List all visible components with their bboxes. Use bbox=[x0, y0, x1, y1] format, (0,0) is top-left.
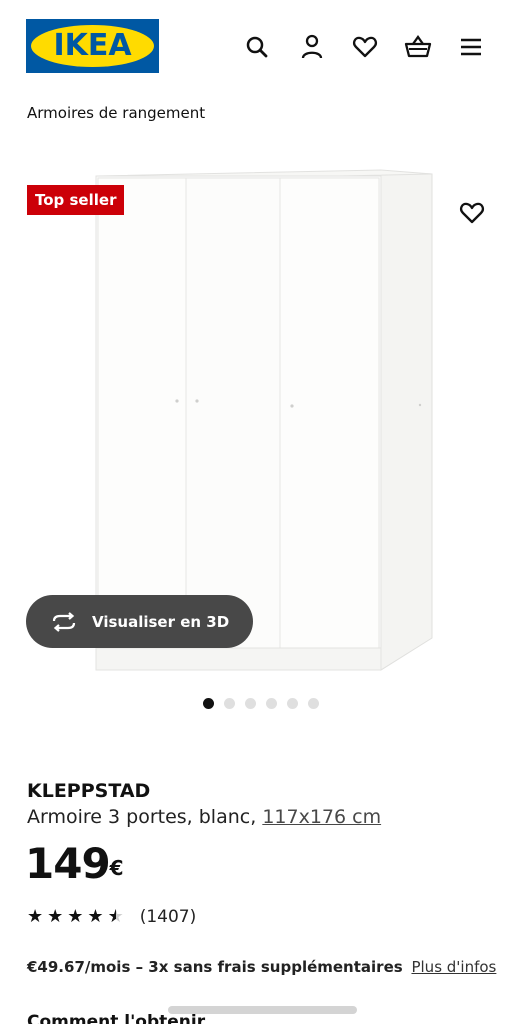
product-description-text: Armoire 3 portes, blanc, bbox=[27, 806, 257, 828]
price-value: 149 bbox=[25, 839, 111, 888]
carousel-dot[interactable] bbox=[266, 698, 277, 709]
image-carousel-dots bbox=[203, 698, 319, 709]
add-to-favourites-button[interactable] bbox=[455, 196, 489, 230]
page-scrollbar[interactable] bbox=[168, 1006, 357, 1014]
carousel-dot[interactable] bbox=[245, 698, 256, 709]
user-icon[interactable] bbox=[295, 30, 329, 64]
view-in-3d-label: Visualiser en 3D bbox=[92, 612, 230, 631]
star-icon: ★ bbox=[27, 906, 44, 927]
product-dimensions-link[interactable]: 117x176 cm bbox=[262, 806, 381, 828]
search-icon[interactable] bbox=[240, 30, 274, 64]
rating-stars: ★ ★ ★ ★ ★ bbox=[27, 907, 124, 927]
financing-info: €49.67/mois – 3x sans frais supplémentai… bbox=[27, 958, 496, 976]
carousel-dot[interactable] bbox=[203, 698, 214, 709]
star-icon: ★ bbox=[47, 906, 64, 927]
menu-icon[interactable] bbox=[454, 30, 488, 64]
product-rating[interactable]: ★ ★ ★ ★ ★ (1407) bbox=[27, 907, 197, 928]
rotate-3d-icon bbox=[52, 611, 76, 632]
product-description: Armoire 3 portes, blanc, 117x176 cm bbox=[27, 806, 381, 828]
breadcrumb[interactable]: Armoires de rangement bbox=[27, 104, 205, 122]
price-currency: € bbox=[109, 856, 124, 880]
carousel-dot[interactable] bbox=[308, 698, 319, 709]
carousel-dot[interactable] bbox=[224, 698, 235, 709]
heart-icon[interactable] bbox=[348, 30, 382, 64]
logo-text: IKEA bbox=[53, 28, 132, 63]
heart-icon bbox=[460, 202, 484, 224]
carousel-dot[interactable] bbox=[287, 698, 298, 709]
site-header: IKEA bbox=[0, 0, 525, 92]
top-seller-badge: Top seller bbox=[27, 185, 125, 215]
star-icon: ★ bbox=[107, 906, 124, 927]
product-price: 149€ bbox=[25, 838, 124, 890]
star-icon: ★ bbox=[67, 906, 84, 927]
star-icon: ★ bbox=[87, 906, 104, 927]
ikea-logo[interactable]: IKEA bbox=[26, 19, 159, 73]
more-info-link[interactable]: Plus d'infos bbox=[411, 958, 496, 976]
financing-text: €49.67/mois – 3x sans frais supplémentai… bbox=[27, 958, 403, 976]
view-in-3d-button[interactable]: Visualiser en 3D bbox=[26, 595, 253, 648]
product-name: KLEPPSTAD bbox=[27, 780, 151, 802]
review-count: (1407) bbox=[139, 907, 197, 927]
basket-icon[interactable] bbox=[401, 30, 435, 64]
